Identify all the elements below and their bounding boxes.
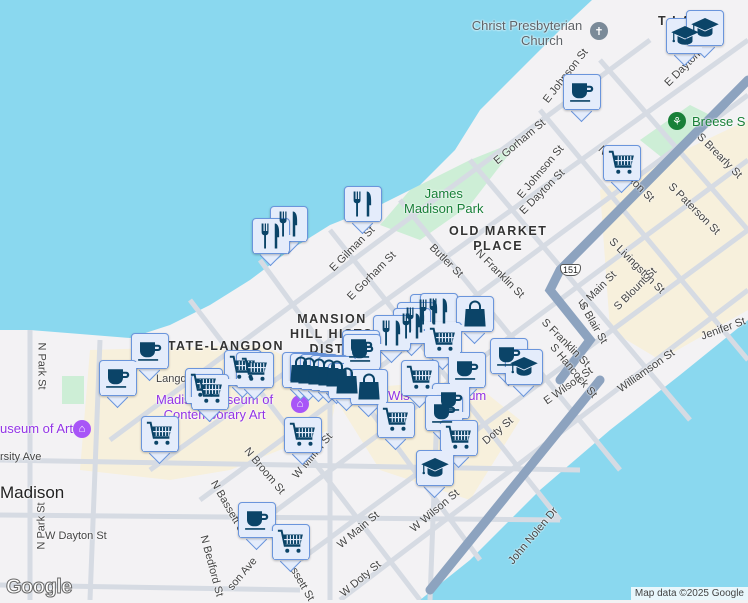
marker-box (424, 322, 462, 358)
chazen-label[interactable]: useum of Art (0, 421, 73, 436)
marker-coffee[interactable] (99, 360, 137, 409)
marker-box (141, 416, 179, 452)
cart-icon (444, 423, 474, 453)
marker-box (505, 349, 543, 385)
marker-box (238, 502, 276, 538)
marker-cart[interactable] (191, 374, 229, 423)
marker-box (284, 417, 322, 453)
marker-box (456, 296, 494, 332)
marker-box (344, 186, 382, 222)
marker-box (99, 360, 137, 396)
marker-box (603, 145, 641, 181)
marker-coffee[interactable] (563, 74, 601, 123)
marker-box (272, 524, 310, 560)
map-attribution[interactable]: Map data ©2025 Google (630, 587, 748, 600)
coffee-icon (135, 336, 165, 366)
marker-box (252, 218, 290, 254)
marker-box (448, 352, 486, 388)
marker-box (416, 450, 454, 486)
restaurant-icon (256, 221, 286, 251)
breese-label[interactable]: Breese S (692, 114, 745, 129)
cart-icon (195, 377, 225, 407)
coffee-icon (242, 505, 272, 535)
marker-cart[interactable] (377, 402, 415, 451)
street-label: rsity Ave (0, 451, 42, 463)
marker-box (377, 402, 415, 438)
cart-icon (381, 405, 411, 435)
restaurant-icon (348, 189, 378, 219)
marker-box (373, 315, 411, 351)
coffee-icon (567, 77, 597, 107)
marker-box (350, 369, 388, 405)
cart-icon (276, 527, 306, 557)
marker-grad[interactable] (416, 450, 454, 499)
marker-box (131, 333, 169, 369)
grad-icon (690, 13, 720, 43)
marker-grad[interactable] (505, 349, 543, 398)
marker-coffee[interactable] (238, 502, 276, 551)
cart-icon (428, 325, 458, 355)
marker-cart[interactable] (284, 417, 322, 466)
marker-box (236, 352, 274, 388)
bag-icon (460, 299, 490, 329)
coffee-icon (452, 355, 482, 385)
highway-shield: 151 (560, 264, 582, 276)
cart-icon (240, 355, 270, 385)
street-label: N Park St (35, 502, 48, 550)
street-label: W Dayton St (45, 530, 107, 542)
cart-icon (607, 148, 637, 178)
marker-cart[interactable] (272, 524, 310, 573)
cart-icon (145, 419, 175, 449)
grad-icon (420, 453, 450, 483)
city-label: Madison (0, 483, 65, 502)
marker-restaurant[interactable] (344, 186, 382, 235)
marker-cart[interactable] (603, 145, 641, 194)
cart-icon (288, 420, 318, 450)
museum-icon[interactable]: ⌂ (73, 420, 91, 438)
google-logo: Google (6, 576, 73, 599)
marker-cart[interactable] (236, 352, 274, 401)
coffee-icon (103, 363, 133, 393)
church-label[interactable]: Christ Presbyterian Church (468, 18, 586, 48)
park-icon[interactable]: ⚘ (668, 112, 686, 130)
old-market-label: OLD MARKET PLACE (449, 224, 548, 253)
marker-box (401, 360, 439, 396)
church-icon[interactable]: ✝ (590, 22, 608, 40)
street-label: N Park St (35, 342, 48, 390)
bag-icon (354, 372, 384, 402)
grad-icon (509, 352, 539, 382)
marker-cart[interactable] (141, 416, 179, 465)
marker-box (563, 74, 601, 110)
marker-box (191, 374, 229, 410)
marker-box (440, 420, 478, 456)
cart-icon (405, 363, 435, 393)
park-label[interactable]: James Madison Park (404, 186, 483, 216)
restaurant-icon (377, 318, 407, 348)
marker-restaurant[interactable] (252, 218, 290, 267)
marker-box (686, 10, 724, 46)
